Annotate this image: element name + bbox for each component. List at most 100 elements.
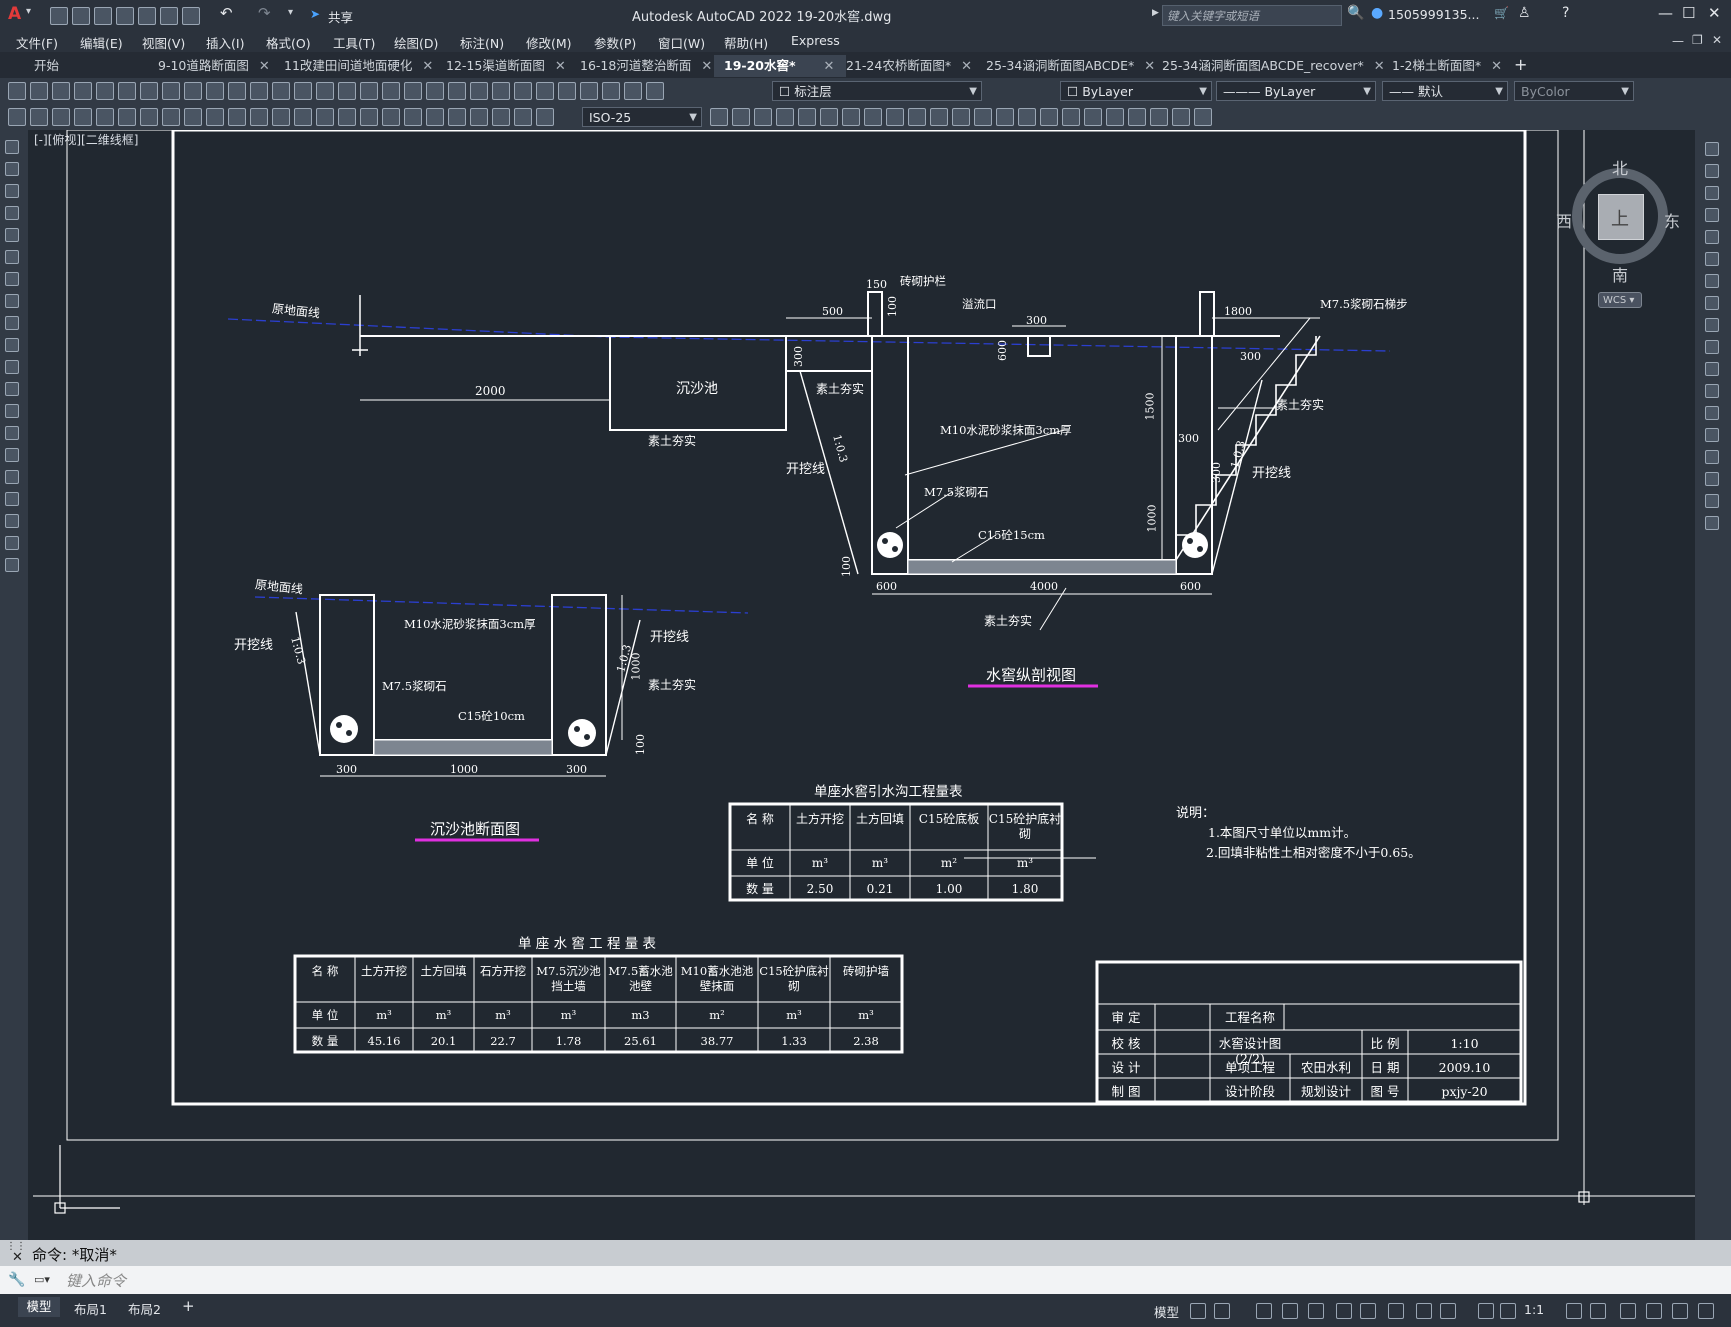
modify-tool-icon[interactable] xyxy=(1705,384,1719,398)
tab-close-icon[interactable]: ✕ xyxy=(259,59,270,74)
draworder-tool-icon[interactable] xyxy=(1062,108,1080,126)
menu-file[interactable]: 文件(F) xyxy=(16,33,58,52)
menu-window[interactable]: 窗口(W) xyxy=(658,33,705,52)
modify-tool-icon[interactable] xyxy=(1705,142,1719,156)
draw-tool-icon[interactable] xyxy=(5,558,19,572)
tab-file[interactable]: 25-34涵洞断面图ABCDE* ✕ xyxy=(976,55,1165,77)
toolbar-tool-icon[interactable] xyxy=(514,82,532,100)
status-toggle-icon[interactable] xyxy=(1698,1303,1714,1319)
draworder-tool-icon[interactable] xyxy=(1194,108,1212,126)
dimension-tool-icon[interactable] xyxy=(206,108,224,126)
dimstyle-dropdown[interactable]: ISO-25 ▼ xyxy=(582,107,702,127)
toolbar-tool-icon[interactable] xyxy=(272,82,290,100)
dimension-tool-icon[interactable] xyxy=(52,108,70,126)
draw-tool-icon[interactable] xyxy=(5,470,19,484)
draworder-tool-icon[interactable] xyxy=(1128,108,1146,126)
linetype-dropdown[interactable]: ——— ByLayer ▼ xyxy=(1216,81,1376,101)
draw-tool-icon[interactable] xyxy=(5,492,19,506)
customize-qat-icon[interactable]: ▾ xyxy=(288,7,293,18)
dimension-tool-icon[interactable] xyxy=(74,108,92,126)
draw-tool-icon[interactable] xyxy=(5,162,19,176)
toolbar-tool-icon[interactable] xyxy=(360,82,378,100)
toolbar-tool-icon[interactable] xyxy=(184,82,202,100)
plot-icon[interactable] xyxy=(182,7,200,25)
dimension-tool-icon[interactable] xyxy=(448,108,466,126)
status-toggle-icon[interactable] xyxy=(1500,1303,1516,1319)
modify-tool-icon[interactable] xyxy=(1705,450,1719,464)
status-toggle-icon[interactable] xyxy=(1620,1303,1636,1319)
draworder-tool-icon[interactable] xyxy=(908,108,926,126)
save-icon[interactable] xyxy=(94,7,112,25)
draworder-tool-icon[interactable] xyxy=(1150,108,1168,126)
toolbar-tool-icon[interactable] xyxy=(206,82,224,100)
new-tab-button[interactable]: + xyxy=(1514,55,1527,74)
menu-modify[interactable]: 修改(M) xyxy=(526,33,572,52)
draw-tool-icon[interactable] xyxy=(5,382,19,396)
draworder-tool-icon[interactable] xyxy=(710,108,728,126)
user-account[interactable]: 1505999135... xyxy=(1388,7,1479,22)
model-space-toggle[interactable]: 模型 xyxy=(1154,1302,1179,1321)
close-cmd-icon[interactable]: ✕ xyxy=(12,1250,23,1265)
dimension-tool-icon[interactable] xyxy=(470,108,488,126)
toolbar-tool-icon[interactable] xyxy=(140,82,158,100)
dimension-tool-icon[interactable] xyxy=(492,108,510,126)
compass-west[interactable]: 西 xyxy=(1556,208,1572,232)
redo-icon[interactable]: ↷ xyxy=(258,4,271,22)
layout-tab-2[interactable]: 布局2 xyxy=(128,1299,161,1318)
dimension-tool-icon[interactable] xyxy=(184,108,202,126)
dimension-tool-icon[interactable] xyxy=(250,108,268,126)
menu-express[interactable]: Express xyxy=(791,33,840,48)
compass-south[interactable]: 南 xyxy=(1612,262,1628,286)
undo-icon[interactable]: ↶ xyxy=(220,4,233,22)
draworder-tool-icon[interactable] xyxy=(1040,108,1058,126)
annotation-scale[interactable]: 1:1 xyxy=(1524,1302,1544,1317)
tab-file[interactable]: 9-10道路断面图 ✕ xyxy=(148,55,280,77)
command-input[interactable]: 键入命令 xyxy=(66,1270,126,1291)
menu-insert[interactable]: 插入(I) xyxy=(206,33,244,52)
draw-tool-icon[interactable] xyxy=(5,316,19,330)
status-toggle-icon[interactable] xyxy=(1388,1303,1404,1319)
draworder-tool-icon[interactable] xyxy=(974,108,992,126)
toolbar-tool-icon[interactable] xyxy=(162,82,180,100)
menu-format[interactable]: 格式(O) xyxy=(266,33,311,52)
toolbar-tool-icon[interactable] xyxy=(492,82,510,100)
modify-tool-icon[interactable] xyxy=(1705,296,1719,310)
toolbar-tool-icon[interactable] xyxy=(382,82,400,100)
draw-tool-icon[interactable] xyxy=(5,184,19,198)
color-dropdown[interactable]: ☐ ByLayer ▼ xyxy=(1060,81,1212,101)
toolbar-tool-icon[interactable] xyxy=(118,82,136,100)
draw-tool-icon[interactable] xyxy=(5,426,19,440)
toolbar-tool-icon[interactable] xyxy=(74,82,92,100)
draw-tool-icon[interactable] xyxy=(5,514,19,528)
toolbar-tool-icon[interactable] xyxy=(426,82,444,100)
toolbar-tool-icon[interactable] xyxy=(294,82,312,100)
doc-restore-button[interactable]: ❐ xyxy=(1692,33,1703,47)
toolbar-tool-icon[interactable] xyxy=(30,82,48,100)
draw-tool-icon[interactable] xyxy=(5,250,19,264)
modify-tool-icon[interactable] xyxy=(1705,252,1719,266)
app-menu-chevron-icon[interactable]: ▾ xyxy=(26,6,31,17)
toolbar-tool-icon[interactable] xyxy=(602,82,620,100)
draworder-tool-icon[interactable] xyxy=(886,108,904,126)
search-expand-icon[interactable]: ▶ xyxy=(1152,8,1159,18)
dimension-tool-icon[interactable] xyxy=(96,108,114,126)
dimension-tool-icon[interactable] xyxy=(360,108,378,126)
modify-tool-icon[interactable] xyxy=(1705,340,1719,354)
modify-tool-icon[interactable] xyxy=(1705,516,1719,530)
tab-start[interactable]: 开始 xyxy=(24,55,69,77)
draworder-tool-icon[interactable] xyxy=(996,108,1014,126)
draworder-tool-icon[interactable] xyxy=(820,108,838,126)
draworder-tool-icon[interactable] xyxy=(842,108,860,126)
dimension-tool-icon[interactable] xyxy=(228,108,246,126)
dimension-tool-icon[interactable] xyxy=(140,108,158,126)
dimension-tool-icon[interactable] xyxy=(8,108,26,126)
modify-tool-icon[interactable] xyxy=(1705,230,1719,244)
toolbar-tool-icon[interactable] xyxy=(250,82,268,100)
tab-close-icon[interactable]: ✕ xyxy=(555,59,566,74)
compass-east[interactable]: 东 xyxy=(1664,208,1680,232)
status-toggle-icon[interactable] xyxy=(1416,1303,1432,1319)
help-icon[interactable]: ? xyxy=(1562,5,1569,21)
status-toggle-icon[interactable] xyxy=(1478,1303,1494,1319)
draworder-tool-icon[interactable] xyxy=(776,108,794,126)
tab-file[interactable]: 11改建田间道地面硬化 ✕ xyxy=(274,55,443,77)
